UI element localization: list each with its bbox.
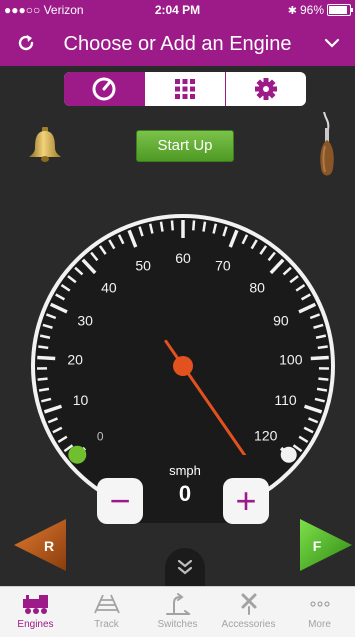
tab-track-label: Track [94,619,119,630]
increase-speed-button[interactable]: + [223,478,269,524]
gauge-tick-label: 20 [67,352,83,368]
speed-unit: smph [155,463,215,478]
minor-tick [318,347,328,348]
tab-more[interactable]: More [284,587,355,637]
speed-value: 0 [155,481,215,507]
tab-bar: Engines Track Switches Acc [0,586,355,637]
gauge-tick-label: 60 [175,250,191,266]
crossing-icon [234,593,264,615]
minor-tick [203,222,205,232]
gauge-tick-label: 0 [97,429,104,443]
gauge-tick-label: 90 [273,312,289,328]
minor-tick [39,389,49,391]
reverse-button[interactable]: R [12,517,70,573]
gauge-tick-label: 50 [135,258,151,274]
gauge-tick-label: 70 [215,258,231,274]
track-icon [92,593,122,615]
minor-tick [172,220,173,230]
locomotive-icon [21,593,51,615]
gauge-tick-label: 30 [77,312,93,328]
gauge-tick-label: 80 [249,279,265,295]
minor-tick [318,379,328,380]
double-chevron-down-icon [176,558,194,576]
minor-tick [161,222,163,232]
gauge-tick-label: 120 [254,427,278,443]
forward-button[interactable]: F [296,517,354,573]
gauge-tick-label: 40 [101,279,117,295]
tab-switches-label: Switches [157,619,197,630]
tab-accessories[interactable]: Accessories [213,587,284,637]
tab-accessories-label: Accessories [222,619,276,630]
switch-icon [163,593,193,615]
gauge-tick-label: 100 [279,352,303,368]
tab-more-label: More [308,619,331,630]
major-tick [37,358,55,359]
forward-label: F [313,538,322,554]
reverse-label: R [44,538,54,554]
minor-tick [38,347,48,348]
decrease-speed-button[interactable]: − [97,478,143,524]
gauge-tick-label: 110 [274,392,297,408]
tab-engines[interactable]: Engines [0,587,71,637]
minor-tick [193,220,194,230]
needle-hub [173,356,193,376]
expand-panel-button[interactable] [165,548,205,586]
gauge-tick-label: 10 [73,392,89,408]
major-tick [311,358,329,359]
minor-tick [38,379,48,380]
max-speed-marker [281,447,297,463]
tab-switches[interactable]: Switches [142,587,213,637]
tab-engines-label: Engines [17,619,53,630]
more-icon [305,593,335,615]
tab-track[interactable]: Track [71,587,142,637]
minor-tick [317,389,327,391]
throttle-marker [68,446,86,464]
